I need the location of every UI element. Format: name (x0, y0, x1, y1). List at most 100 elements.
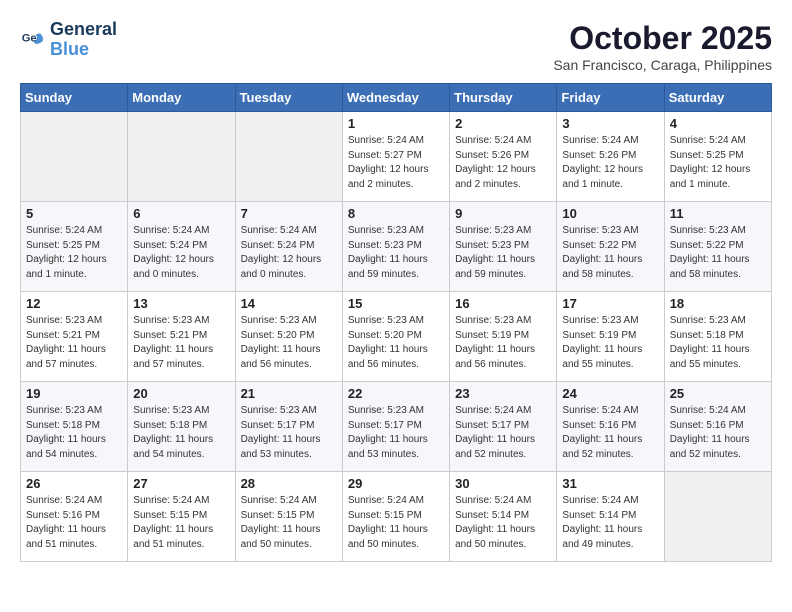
day-number: 30 (455, 476, 551, 491)
day-number: 2 (455, 116, 551, 131)
calendar-cell: 3 Sunrise: 5:24 AM Sunset: 5:26 PM Daylig… (557, 112, 664, 202)
day-number: 21 (241, 386, 337, 401)
weekday-header-wednesday: Wednesday (342, 84, 449, 112)
day-number: 22 (348, 386, 444, 401)
calendar-cell: 9 Sunrise: 5:23 AM Sunset: 5:23 PM Daylig… (450, 202, 557, 292)
calendar-cell (664, 472, 771, 562)
calendar-cell: 26Sunrise: 5:24 AM Sunset: 5:16 PM Dayli… (21, 472, 128, 562)
calendar-cell (21, 112, 128, 202)
calendar-cell: 13Sunrise: 5:23 AM Sunset: 5:21 PM Dayli… (128, 292, 235, 382)
day-info: Sunrise: 5:24 AM Sunset: 5:16 PM Dayligh… (670, 404, 766, 462)
calendar-cell: 27 Sunrise: 5:24 AM Sunset: 5:15 PM Dayli… (128, 472, 235, 562)
day-number: 17 (562, 296, 658, 311)
day-info: Sunrise: 5:24 AM Sunset: 5:25 PM Dayligh… (670, 134, 766, 192)
day-number: 28 (241, 476, 337, 491)
logo: General General Blue (20, 20, 117, 60)
month-title: October 2025 (553, 20, 772, 57)
day-number: 15 (348, 296, 444, 311)
calendar-cell: 21 Sunrise: 5:23 AM Sunset: 5:17 PM Dayli… (235, 382, 342, 472)
calendar-cell: 24 Sunrise: 5:24 AM Sunset: 5:16 PM Dayli… (557, 382, 664, 472)
weekday-header-tuesday: Tuesday (235, 84, 342, 112)
day-info: Sunrise: 5:24 AM Sunset: 5:15 PM Dayligh… (133, 494, 229, 552)
day-info: Sunrise: 5:24 AM Sunset: 5:15 PM Dayligh… (241, 494, 337, 552)
calendar-cell (235, 112, 342, 202)
calendar-cell (128, 112, 235, 202)
calendar-cell: 17 Sunrise: 5:23 AM Sunset: 5:19 PM Dayli… (557, 292, 664, 382)
day-info: Sunrise: 5:23 AM Sunset: 5:18 PM Dayligh… (26, 404, 122, 462)
weekday-header-monday: Monday (128, 84, 235, 112)
day-number: 6 (133, 206, 229, 221)
day-info: Sunrise: 5:23 AM Sunset: 5:17 PM Dayligh… (348, 404, 444, 462)
calendar-cell: 7 Sunrise: 5:24 AM Sunset: 5:24 PM Daylig… (235, 202, 342, 292)
day-number: 23 (455, 386, 551, 401)
day-info: Sunrise: 5:24 AM Sunset: 5:26 PM Dayligh… (455, 134, 551, 192)
calendar-cell: 30Sunrise: 5:24 AM Sunset: 5:14 PM Dayli… (450, 472, 557, 562)
calendar-cell: 23 Sunrise: 5:24 AM Sunset: 5:17 PM Dayli… (450, 382, 557, 472)
weekday-header-row: SundayMondayTuesdayWednesdayThursdayFrid… (21, 84, 772, 112)
day-info: Sunrise: 5:24 AM Sunset: 5:25 PM Dayligh… (26, 224, 122, 282)
title-block: October 2025 San Francisco, Caraga, Phil… (553, 20, 772, 73)
day-number: 29 (348, 476, 444, 491)
calendar-cell: 6 Sunrise: 5:24 AM Sunset: 5:24 PM Daylig… (128, 202, 235, 292)
day-info: Sunrise: 5:23 AM Sunset: 5:21 PM Dayligh… (133, 314, 229, 372)
day-number: 27 (133, 476, 229, 491)
day-number: 20 (133, 386, 229, 401)
day-info: Sunrise: 5:23 AM Sunset: 5:19 PM Dayligh… (455, 314, 551, 372)
day-info: Sunrise: 5:23 AM Sunset: 5:20 PM Dayligh… (241, 314, 337, 372)
calendar-cell: 10Sunrise: 5:23 AM Sunset: 5:22 PM Dayli… (557, 202, 664, 292)
day-info: Sunrise: 5:23 AM Sunset: 5:17 PM Dayligh… (241, 404, 337, 462)
day-number: 11 (670, 206, 766, 221)
calendar-cell: 2 Sunrise: 5:24 AM Sunset: 5:26 PM Daylig… (450, 112, 557, 202)
calendar-cell: 18Sunrise: 5:23 AM Sunset: 5:18 PM Dayli… (664, 292, 771, 382)
week-row-5: 26Sunrise: 5:24 AM Sunset: 5:16 PM Dayli… (21, 472, 772, 562)
calendar-cell: 31Sunrise: 5:24 AM Sunset: 5:14 PM Dayli… (557, 472, 664, 562)
day-number: 12 (26, 296, 122, 311)
day-number: 26 (26, 476, 122, 491)
calendar-table: SundayMondayTuesdayWednesdayThursdayFrid… (20, 83, 772, 562)
day-number: 16 (455, 296, 551, 311)
logo-icon: General (20, 28, 44, 52)
day-number: 18 (670, 296, 766, 311)
day-number: 24 (562, 386, 658, 401)
day-number: 1 (348, 116, 444, 131)
calendar-cell: 14 Sunrise: 5:23 AM Sunset: 5:20 PM Dayli… (235, 292, 342, 382)
calendar-cell: 11 Sunrise: 5:23 AM Sunset: 5:22 PM Dayli… (664, 202, 771, 292)
calendar-cell: 5 Sunrise: 5:24 AM Sunset: 5:25 PM Daylig… (21, 202, 128, 292)
location-subtitle: San Francisco, Caraga, Philippines (553, 57, 772, 73)
day-number: 5 (26, 206, 122, 221)
day-info: Sunrise: 5:23 AM Sunset: 5:23 PM Dayligh… (455, 224, 551, 282)
week-row-1: 1Sunrise: 5:24 AM Sunset: 5:27 PM Daylig… (21, 112, 772, 202)
day-number: 3 (562, 116, 658, 131)
calendar-cell: 16 Sunrise: 5:23 AM Sunset: 5:19 PM Dayli… (450, 292, 557, 382)
logo-blue: Blue (50, 40, 117, 60)
day-info: Sunrise: 5:24 AM Sunset: 5:17 PM Dayligh… (455, 404, 551, 462)
day-number: 7 (241, 206, 337, 221)
day-number: 9 (455, 206, 551, 221)
day-info: Sunrise: 5:23 AM Sunset: 5:23 PM Dayligh… (348, 224, 444, 282)
day-info: Sunrise: 5:23 AM Sunset: 5:21 PM Dayligh… (26, 314, 122, 372)
day-info: Sunrise: 5:24 AM Sunset: 5:16 PM Dayligh… (562, 404, 658, 462)
day-number: 4 (670, 116, 766, 131)
day-number: 25 (670, 386, 766, 401)
calendar-cell: 25 Sunrise: 5:24 AM Sunset: 5:16 PM Dayli… (664, 382, 771, 472)
weekday-header-friday: Friday (557, 84, 664, 112)
day-info: Sunrise: 5:23 AM Sunset: 5:19 PM Dayligh… (562, 314, 658, 372)
page-header: General General Blue October 2025 San Fr… (20, 20, 772, 73)
week-row-4: 19Sunrise: 5:23 AM Sunset: 5:18 PM Dayli… (21, 382, 772, 472)
day-number: 14 (241, 296, 337, 311)
day-number: 8 (348, 206, 444, 221)
calendar-cell: 15Sunrise: 5:23 AM Sunset: 5:20 PM Dayli… (342, 292, 449, 382)
day-info: Sunrise: 5:24 AM Sunset: 5:26 PM Dayligh… (562, 134, 658, 192)
day-info: Sunrise: 5:23 AM Sunset: 5:22 PM Dayligh… (670, 224, 766, 282)
day-info: Sunrise: 5:24 AM Sunset: 5:24 PM Dayligh… (133, 224, 229, 282)
day-info: Sunrise: 5:24 AM Sunset: 5:24 PM Dayligh… (241, 224, 337, 282)
calendar-cell: 29 Sunrise: 5:24 AM Sunset: 5:15 PM Dayli… (342, 472, 449, 562)
day-info: Sunrise: 5:24 AM Sunset: 5:15 PM Dayligh… (348, 494, 444, 552)
calendar-cell: 1Sunrise: 5:24 AM Sunset: 5:27 PM Daylig… (342, 112, 449, 202)
day-number: 10 (562, 206, 658, 221)
weekday-header-saturday: Saturday (664, 84, 771, 112)
calendar-cell: 28 Sunrise: 5:24 AM Sunset: 5:15 PM Dayli… (235, 472, 342, 562)
day-number: 31 (562, 476, 658, 491)
day-info: Sunrise: 5:23 AM Sunset: 5:18 PM Dayligh… (133, 404, 229, 462)
week-row-2: 5 Sunrise: 5:24 AM Sunset: 5:25 PM Daylig… (21, 202, 772, 292)
